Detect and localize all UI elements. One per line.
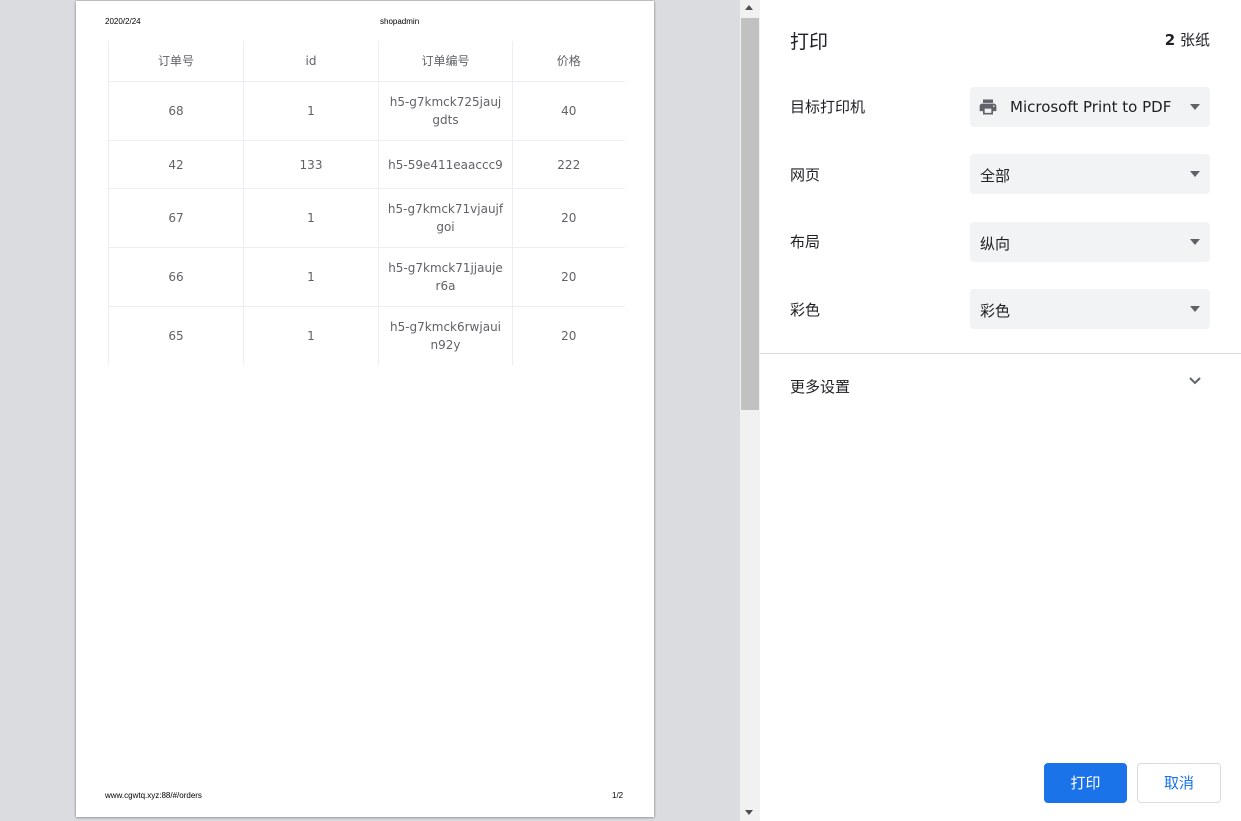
sheet-count-unit: 张纸: [1175, 31, 1210, 49]
preview-page: 2020/2/24 shopadmin 订单号 id 订单编号 价格 68 1 …: [76, 1, 654, 817]
table-cell: 40: [512, 81, 625, 141]
scrollbar-thumb[interactable]: [741, 18, 759, 410]
destination-value: Microsoft Print to PDF: [1010, 98, 1172, 116]
pages-label: 网页: [790, 166, 821, 184]
scroll-down-arrow-icon[interactable]: [745, 810, 753, 815]
pages-select[interactable]: 全部: [970, 154, 1210, 194]
orders-table: 订单号 id 订单编号 价格 68 1 h5-g7kmck725jaujgdts…: [108, 41, 625, 365]
more-settings-toggle[interactable]: 更多设置: [760, 354, 1241, 416]
panel-title: 打印: [790, 31, 829, 53]
table-row: 42 133 h5-59e411eaaccc9 222: [108, 140, 625, 189]
dropdown-arrow-icon: [1190, 171, 1200, 177]
layout-select[interactable]: 纵向: [970, 222, 1210, 262]
page-header-title: shopadmin: [380, 17, 420, 26]
table-cell: h5-g7kmck725jaujgdts: [378, 81, 513, 141]
table-row: 66 1 h5-g7kmck71jjaujer6a 20: [108, 247, 625, 307]
table-cell: 1: [243, 306, 379, 365]
color-value: 彩色: [980, 302, 1011, 320]
table-cell: 20: [512, 247, 625, 307]
column-header: 订单编号: [378, 41, 513, 82]
table-cell: 42: [108, 140, 244, 189]
table-cell: 20: [561, 329, 577, 343]
layout-value: 纵向: [980, 235, 1011, 253]
table-cell: 20: [512, 188, 625, 248]
table-cell: h5-59e411eaaccc9: [378, 140, 513, 189]
sheet-count-number: 2: [1164, 31, 1176, 49]
destination-label: 目标打印机: [790, 98, 866, 116]
more-settings-label: 更多设置: [790, 378, 851, 396]
scroll-up-arrow-icon[interactable]: [745, 5, 753, 10]
color-label: 彩色: [790, 301, 821, 319]
table-cell: h5-g7kmck6rwjauin92y: [378, 306, 513, 365]
print-settings-panel: 打印 2 张纸 目标打印机 Microsoft Print to PDF 网页 …: [760, 0, 1241, 821]
print-button[interactable]: 打印: [1044, 763, 1127, 803]
preview-scrollbar[interactable]: [740, 0, 760, 821]
table-row: 65 1 h5-g7kmck6rwjauin92y 20: [108, 306, 625, 365]
table-cell: 222: [512, 140, 625, 189]
pages-value: 全部: [980, 167, 1011, 185]
table-row: 68 1 h5-g7kmck725jaujgdts 40: [108, 81, 625, 141]
column-header: 价格: [512, 41, 625, 82]
table-cell: 1: [243, 188, 379, 248]
table-cell: 66: [108, 247, 244, 307]
page-header-date: 2020/2/24: [105, 17, 141, 26]
column-header: id: [243, 41, 379, 82]
table-cell: 1: [243, 81, 379, 141]
table-row: 67 1 h5-g7kmck71vjaujfgoi 20: [108, 188, 625, 248]
dropdown-arrow-icon: [1190, 104, 1200, 110]
column-header: 订单号: [108, 41, 244, 82]
table-cell: 1: [243, 247, 379, 307]
page-footer-page-number: 1/2: [612, 791, 624, 800]
dropdown-arrow-icon: [1190, 239, 1200, 245]
page-footer-url: www.cgwtq.xyz:88/#/orders: [105, 791, 202, 800]
layout-label: 布局: [790, 233, 821, 251]
table-cell: 133: [243, 140, 379, 189]
color-select[interactable]: 彩色: [970, 289, 1210, 329]
table-header-row: 订单号 id 订单编号 价格: [108, 41, 625, 82]
table-cell: h5-g7kmck71jjaujer6a: [378, 247, 513, 307]
dropdown-arrow-icon: [1190, 306, 1200, 312]
printer-icon: [979, 99, 997, 115]
table-cell: 68: [108, 81, 244, 141]
sheet-count: 2 张纸: [1165, 29, 1210, 50]
destination-select[interactable]: Microsoft Print to PDF: [970, 87, 1210, 127]
table-cell: h5-g7kmck71vjaujfgoi: [378, 188, 513, 248]
table-cell: 67: [108, 188, 244, 248]
table-cell: 65: [108, 306, 244, 365]
chevron-down-icon: [1189, 377, 1201, 385]
cancel-button[interactable]: 取消: [1137, 763, 1221, 803]
print-preview-area: 2020/2/24 shopadmin 订单号 id 订单编号 价格 68 1 …: [0, 0, 740, 821]
